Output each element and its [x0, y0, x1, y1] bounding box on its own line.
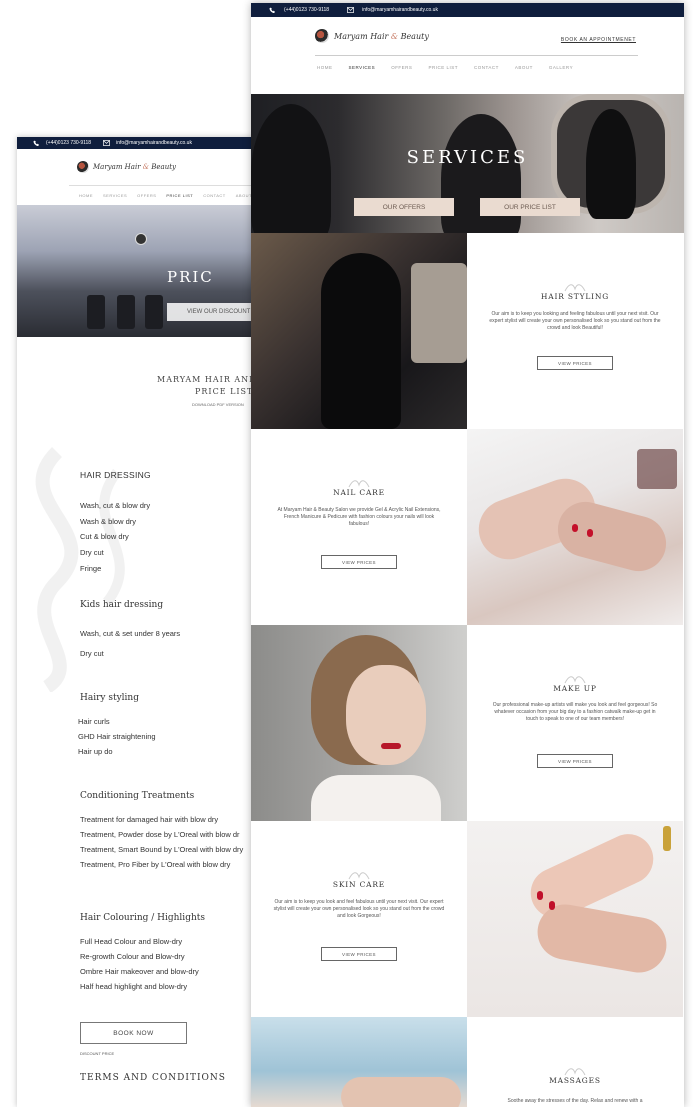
book-appointment-link[interactable]: BOOK AN APPOINTMENET [561, 37, 636, 43]
main-nav: HOME SERVICES OFFERS PRICE LIST CONTACT … [69, 185, 257, 205]
brand-logo[interactable]: Maryam Hair & Beauty [17, 149, 267, 185]
service-description: Our aim is to keep you look and feel fab… [273, 899, 445, 919]
contact-bar: (+44)0123 730-9118 info@maryamhairandbea… [251, 3, 684, 17]
skin-care-card: SKIN CARE Our aim is to keep you look an… [251, 821, 467, 1017]
logo-text: Maryam Hair & Beauty [93, 163, 176, 171]
price-item: Full Head Colour and Blow-dry [80, 937, 183, 946]
service-title: MASSAGES [549, 1076, 601, 1085]
mail-icon [103, 140, 111, 146]
price-list-heading: MARYAM HAIR AND B PRICE LIST [157, 375, 267, 396]
price-list-page: (+44)0123 730-9118 info@maryamhairandbea… [17, 137, 267, 1107]
service-title: SKIN CARE [332, 880, 386, 889]
phone-icon [269, 7, 275, 13]
phone-icon [33, 140, 39, 146]
price-item: Hair up do [78, 747, 113, 756]
service-title: HAIR STYLING [540, 292, 610, 301]
phone-number[interactable]: (+44)0123 730-9118 [284, 7, 329, 13]
book-now-button[interactable]: BOOK NOW [80, 1022, 187, 1044]
price-item: Hair curls [78, 717, 110, 726]
service-title: NAIL CARE [333, 488, 385, 497]
contact-bar: (+44)0123 730-9118 info@maryamhairandbea… [17, 137, 267, 149]
view-prices-button[interactable]: VIEW PRICES [321, 947, 397, 961]
email-address[interactable]: info@maryamhairandbeauty.co.uk [362, 7, 438, 13]
category-conditioning: Conditioning Treatments [80, 791, 195, 801]
nav-about[interactable]: ABOUT [515, 65, 533, 70]
hair-styling-card: HAIR STYLING Our aim is to keep you look… [467, 233, 683, 429]
our-price-list-button[interactable]: OUR PRICE LIST [480, 198, 580, 216]
price-item: GHD Hair straightening [78, 732, 156, 741]
price-item: Treatment for damaged hair with blow dry [80, 815, 219, 824]
price-item: Wash, cut & set under 8 years [80, 629, 181, 638]
brand-logo[interactable]: Maryam Hair & Beauty BOOK AN APPOINTMENE… [251, 17, 684, 55]
nav-contact[interactable]: CONTACT [203, 193, 226, 198]
price-item: Ombre Hair makeover and blow-dry [80, 967, 199, 976]
skin-care-image [467, 821, 683, 1017]
logo-text: Maryam Hair & Beauty [334, 31, 429, 41]
nav-services[interactable]: SERVICES [103, 193, 127, 198]
services-hero-image: SERVICES OUR OFFERS OUR PRICE LIST [251, 94, 684, 233]
nav-home[interactable]: HOME [317, 65, 333, 70]
service-description: At Maryam Hair & Beauty Salon we provide… [277, 507, 441, 527]
price-hero-title: PRIC [167, 268, 214, 286]
category-hair-dressing: HAIR DRESSING [80, 470, 151, 480]
price-item: Treatment, Smart Bound by L'Oreal with b… [80, 845, 244, 854]
our-offers-button[interactable]: OUR OFFERS [354, 198, 454, 216]
price-item: Wash, cut & blow dry [80, 501, 151, 510]
mail-icon [347, 7, 355, 13]
service-title: MAKE UP [553, 684, 597, 693]
nail-care-card: NAIL CARE At Maryam Hair & Beauty Salon … [251, 429, 467, 625]
view-prices-button[interactable]: VIEW PRICES [537, 754, 613, 768]
nav-services[interactable]: SERVICES [349, 65, 376, 70]
category-kids-hair-dressing: Kids hair dressing [80, 600, 164, 610]
service-description: Soothe away the stresses of the day. Rel… [507, 1098, 643, 1104]
price-item: Dry cut [80, 548, 104, 557]
services-hero-title: SERVICES [406, 147, 529, 168]
price-item: Fringe [80, 564, 102, 573]
massages-image [251, 1017, 467, 1107]
price-item: Half head highlight and blow-dry [80, 982, 188, 991]
nav-contact[interactable]: CONTACT [474, 65, 499, 70]
service-description: Our aim is to keep you looking and feeli… [489, 311, 661, 331]
nav-offers[interactable]: OFFERS [137, 193, 156, 198]
terms-heading[interactable]: TERMS AND CONDITIONS [80, 1073, 226, 1083]
phone-number[interactable]: (+44)0123 730-9118 [46, 140, 91, 146]
email-address[interactable]: info@maryamhairandbeauty.co.uk [116, 140, 192, 146]
hair-styling-image [251, 233, 467, 429]
price-item: Treatment, Pro Fiber by L'Oreal with blo… [80, 860, 231, 869]
discount-price-note: DISCOUNT PRICE [80, 1051, 115, 1056]
logo-mark [315, 29, 329, 43]
price-item: Re-growth Colour and Blow-dry [80, 952, 185, 961]
massages-card: MASSAGES Soothe away the stresses of the… [467, 1017, 683, 1107]
category-hair-colouring: Hair Colouring / Highlights [80, 913, 205, 923]
nav-gallery[interactable]: GALLERY [549, 65, 573, 70]
service-description: Our professional make-up artists will ma… [492, 702, 658, 722]
logo-mark [77, 161, 89, 173]
nav-about[interactable]: ABOUT [236, 193, 252, 198]
price-item: Treatment, Powder dose by L'Oreal with b… [80, 830, 240, 839]
download-pdf-link[interactable]: DOWNLOAD PDF VERSION [17, 402, 267, 407]
view-prices-button[interactable]: VIEW PRICES [321, 555, 397, 569]
price-item: Wash & blow dry [80, 517, 136, 526]
nav-offers[interactable]: OFFERS [391, 65, 412, 70]
price-item: Dry cut [80, 649, 104, 658]
view-prices-button[interactable]: VIEW PRICES [537, 356, 613, 370]
price-item: Cut & blow dry [80, 532, 129, 541]
nav-price-list[interactable]: PRICE LIST [166, 193, 193, 198]
nav-price-list[interactable]: PRICE LIST [428, 65, 458, 70]
price-hero-image: PRIC VIEW OUR DISCOUNT [17, 205, 267, 337]
make-up-image [251, 625, 467, 821]
make-up-card: MAKE UP Our professional make-up artists… [467, 625, 683, 821]
nail-care-image [467, 429, 683, 625]
nav-home[interactable]: HOME [79, 193, 93, 198]
main-nav: HOME SERVICES OFFERS PRICE LIST CONTACT … [315, 55, 638, 79]
category-hairy-styling: Hairy styling [80, 693, 139, 703]
services-page: (+44)0123 730-9118 info@maryamhairandbea… [251, 3, 684, 1107]
